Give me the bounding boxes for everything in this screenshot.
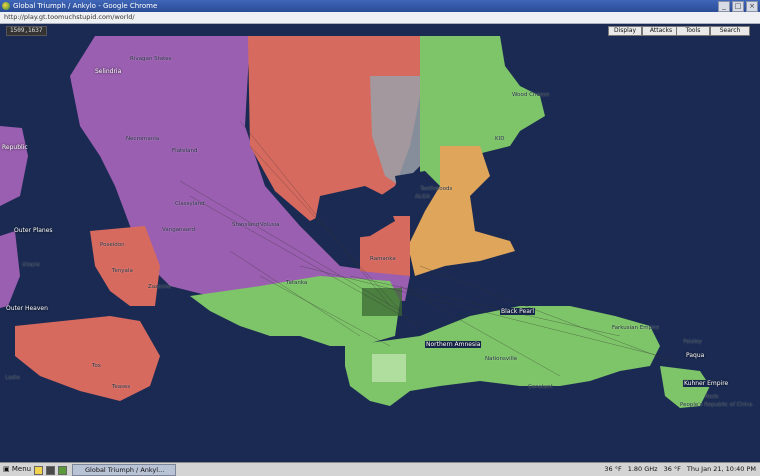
folder-icon[interactable]: [34, 466, 43, 475]
label-outer-planes[interactable]: Outer Planes: [14, 227, 53, 234]
taskbar-window-chrome[interactable]: Global Triumph / Ankyl...: [72, 464, 176, 476]
label-nationsville[interactable]: Nationsville: [485, 356, 517, 362]
label-black-pearl[interactable]: Black Pearl: [500, 308, 536, 315]
close-button[interactable]: ×: [746, 1, 758, 12]
label-northern-amnesia[interactable]: Northern Amnesia: [425, 341, 482, 348]
label-alga[interactable]: ALGA: [415, 194, 430, 200]
label-vanganaard[interactable]: Vanganaard: [162, 227, 195, 233]
label-volusia[interactable]: Volusia: [260, 222, 279, 228]
label-tox[interactable]: Tox: [92, 363, 101, 369]
game-toolbar: 1509,1637 Display Attacks Tools Search: [0, 24, 760, 36]
taskbar: ▣ Menu Global Triumph / Ankyl... 36 °F 1…: [0, 462, 760, 476]
label-ladia[interactable]: Ladia: [5, 375, 20, 381]
menu-label: Menu: [11, 465, 32, 473]
label-farkusian-empire[interactable]: Farkusian Empire: [612, 325, 659, 331]
map-canvas[interactable]: [0, 36, 760, 462]
attacks-button[interactable]: Attacks: [642, 26, 680, 36]
label-flateland[interactable]: Flateland: [172, 148, 197, 154]
display-button[interactable]: Display: [608, 26, 642, 36]
label-constant[interactable]: Constant: [528, 384, 553, 390]
label-paqua[interactable]: Paqua: [685, 352, 706, 359]
window-title: Global Triumph / Ankylo - Google Chrome: [13, 2, 158, 10]
label-prc[interactable]: People's Republic of China: [680, 402, 752, 408]
address-bar[interactable]: http://play.gt.toomuchstupid.com/world/: [0, 12, 760, 24]
label-stansland[interactable]: Stansland: [232, 222, 259, 228]
label-utopia[interactable]: Utopia: [22, 262, 40, 268]
url-text[interactable]: http://play.gt.toomuchstupid.com/world/: [4, 12, 135, 23]
label-tenyala[interactable]: Tenyala: [112, 268, 133, 274]
weather-temp-2[interactable]: 36 °F: [664, 463, 681, 476]
world-map[interactable]: Selindria Rivagan States Necromania Flat…: [0, 36, 760, 462]
label-outer-heaven[interactable]: Outer Heaven: [6, 305, 48, 312]
label-tatanka[interactable]: Tatanka: [286, 280, 307, 286]
chrome-favicon-icon: [2, 2, 10, 10]
label-selindria[interactable]: Selindria: [95, 68, 121, 75]
clock[interactable]: Thu Jan 21, 10:40 PM: [687, 463, 756, 476]
label-poseidon[interactable]: Poseidon: [100, 242, 125, 248]
tools-button[interactable]: Tools: [676, 26, 710, 36]
app-icon[interactable]: [58, 466, 67, 475]
label-rivagan-states[interactable]: Rivagan States: [130, 56, 172, 62]
label-teases[interactable]: Teases: [112, 384, 130, 390]
label-reds[interactable]: Reds: [705, 394, 718, 400]
cpu-freq[interactable]: 1.80 GHz: [628, 463, 658, 476]
window-controls: _ □ ×: [718, 1, 758, 12]
label-kuhner-empire[interactable]: Kuhner Empire: [683, 380, 730, 387]
maximize-button[interactable]: □: [732, 1, 744, 12]
label-wood-cheese[interactable]: Wood Cheese: [512, 92, 549, 98]
system-tray: 36 °F 1.80 GHz 36 °F Thu Jan 21, 10:40 P…: [604, 463, 756, 476]
minimize-button[interactable]: _: [718, 1, 730, 12]
label-republic[interactable]: Republic: [2, 144, 28, 151]
window-titlebar: Global Triumph / Ankylo - Google Chrome …: [0, 0, 760, 12]
weather-temp-1[interactable]: 36 °F: [604, 463, 621, 476]
label-necromania[interactable]: Necromania: [126, 136, 159, 142]
label-ramanka[interactable]: Ramanka: [370, 256, 396, 262]
label-zazazoa[interactable]: Zazazoa: [148, 284, 171, 290]
selected-highlight: [372, 354, 406, 382]
label-kid[interactable]: KID: [495, 136, 504, 142]
label-paisley[interactable]: Paisley: [683, 339, 702, 345]
search-button[interactable]: Search: [710, 26, 750, 36]
label-classyland[interactable]: Classyland: [175, 201, 205, 207]
coordinates-readout: 1509,1637: [6, 26, 47, 36]
start-menu-button[interactable]: ▣ Menu: [3, 463, 31, 476]
label-toothwoods[interactable]: Toothwoods: [420, 186, 452, 192]
terminal-icon[interactable]: [46, 466, 55, 475]
